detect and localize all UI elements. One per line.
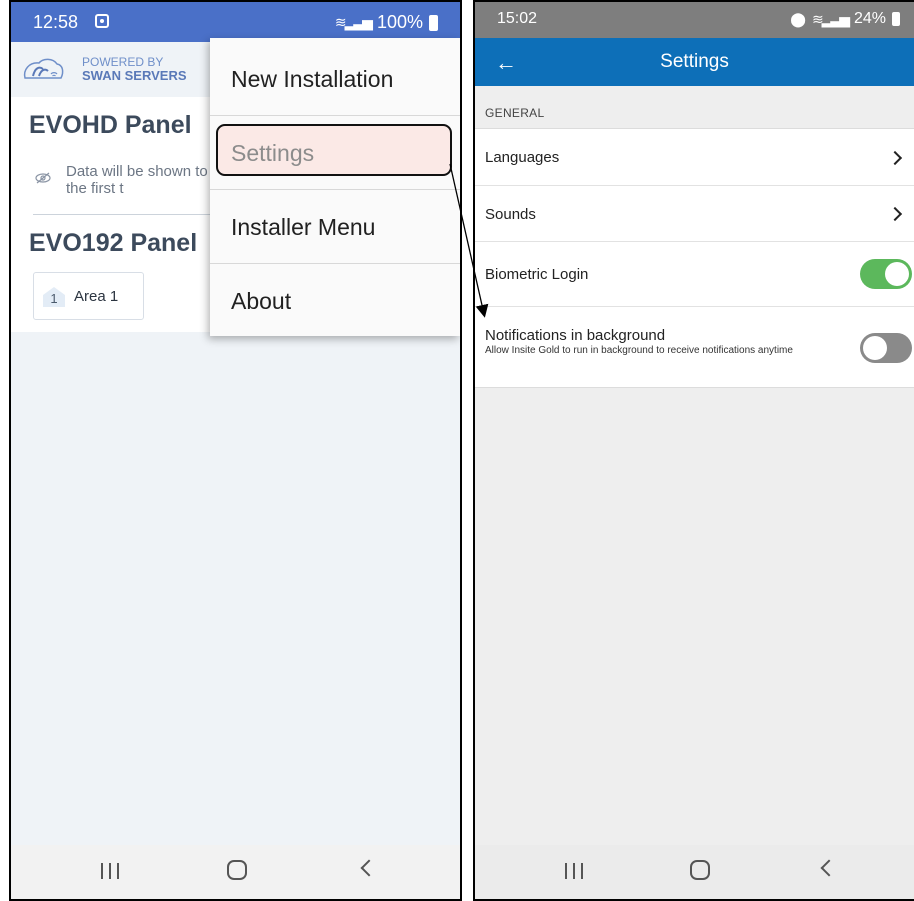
battery-icon bbox=[429, 14, 438, 31]
status-indicators: ⬤ ≋▂▃▅ 24% bbox=[790, 10, 900, 28]
nav-bar bbox=[11, 845, 460, 899]
setting-row-sounds[interactable]: Sounds bbox=[475, 186, 914, 242]
app-bar: ← Settings bbox=[475, 38, 914, 86]
eye-off-icon bbox=[35, 171, 51, 187]
menu-item-installer-menu[interactable]: Installer Menu bbox=[210, 190, 460, 264]
setting-sublabel: Allow Insite Gold to run in background t… bbox=[485, 345, 793, 356]
status-indicators: ≋▂▃▅ 100% bbox=[335, 12, 438, 33]
menu-item-about[interactable]: About bbox=[210, 264, 460, 338]
setting-row-biometric-login: Biometric Login bbox=[475, 242, 914, 307]
toggle-knob bbox=[863, 336, 887, 360]
biometric-login-toggle[interactable] bbox=[860, 259, 912, 289]
area-chip[interactable]: 1 Area 1 bbox=[33, 272, 144, 320]
status-bar: 12:58 ≋▂▃▅ 100% bbox=[11, 2, 460, 42]
setting-label: Languages bbox=[485, 149, 560, 166]
status-bar: 15:02 ⬤ ≋▂▃▅ 24% bbox=[475, 2, 914, 38]
toggle-knob bbox=[885, 262, 909, 286]
signal-icon: ≋▂▃▅ bbox=[811, 10, 850, 27]
notifications-background-toggle[interactable] bbox=[860, 333, 912, 363]
battery-percent: 100% bbox=[376, 12, 423, 32]
area-label: Area 1 bbox=[74, 288, 119, 305]
setting-row-languages[interactable]: Languages bbox=[475, 129, 914, 186]
status-time: 15:02 bbox=[497, 10, 538, 27]
chevron-right-icon bbox=[887, 150, 903, 166]
panel-title-evo192[interactable]: EVO192 Panel bbox=[29, 229, 197, 258]
location-pin-icon: ⬤ bbox=[790, 10, 806, 27]
recents-icon[interactable] bbox=[101, 863, 119, 879]
overflow-menu: New Installation Settings Installer Menu… bbox=[210, 38, 460, 336]
panel-title-evohd[interactable]: EVOHD Panel bbox=[29, 111, 192, 140]
battery-percent: 24% bbox=[853, 10, 886, 27]
panel-divider bbox=[33, 214, 223, 215]
menu-item-settings[interactable]: Settings bbox=[210, 116, 460, 190]
powered-by-label: POWERED BY SWAN SERVERS bbox=[82, 56, 187, 83]
section-header-general: GENERAL bbox=[485, 106, 545, 120]
settings-list: Languages Sounds Biometric Login Notific… bbox=[475, 128, 914, 388]
swan-logo-icon bbox=[23, 58, 64, 79]
camera-notification-icon bbox=[95, 14, 109, 28]
setting-label: Notifications in background bbox=[485, 327, 666, 344]
left-phone-screen: 12:58 ≋▂▃▅ 100% POWERED BY SWAN SERVERS … bbox=[9, 0, 462, 901]
right-phone-screen: 15:02 ⬤ ≋▂▃▅ 24% ← Settings GENERAL Lang… bbox=[473, 0, 914, 901]
setting-label: Sounds bbox=[485, 206, 536, 223]
area-number-house-icon: 1 bbox=[43, 287, 65, 307]
nav-bar bbox=[475, 845, 914, 899]
menu-item-new-installation[interactable]: New Installation bbox=[210, 42, 460, 116]
signal-icon: ≋▂▃▅ bbox=[334, 14, 373, 30]
battery-icon bbox=[892, 12, 900, 26]
back-nav-icon[interactable] bbox=[360, 859, 378, 877]
page-title: Settings bbox=[660, 51, 729, 72]
brand-name: SWAN SERVERS bbox=[82, 68, 187, 83]
recents-icon[interactable] bbox=[565, 863, 583, 879]
back-nav-icon[interactable] bbox=[820, 859, 838, 877]
setting-label: Biometric Login bbox=[485, 266, 589, 283]
setting-row-notifications-background: Notifications in background Allow Insite… bbox=[475, 307, 914, 389]
status-time: 12:58 bbox=[33, 12, 79, 32]
chevron-right-icon bbox=[887, 206, 903, 222]
home-icon[interactable] bbox=[227, 860, 247, 880]
home-icon[interactable] bbox=[690, 860, 710, 880]
